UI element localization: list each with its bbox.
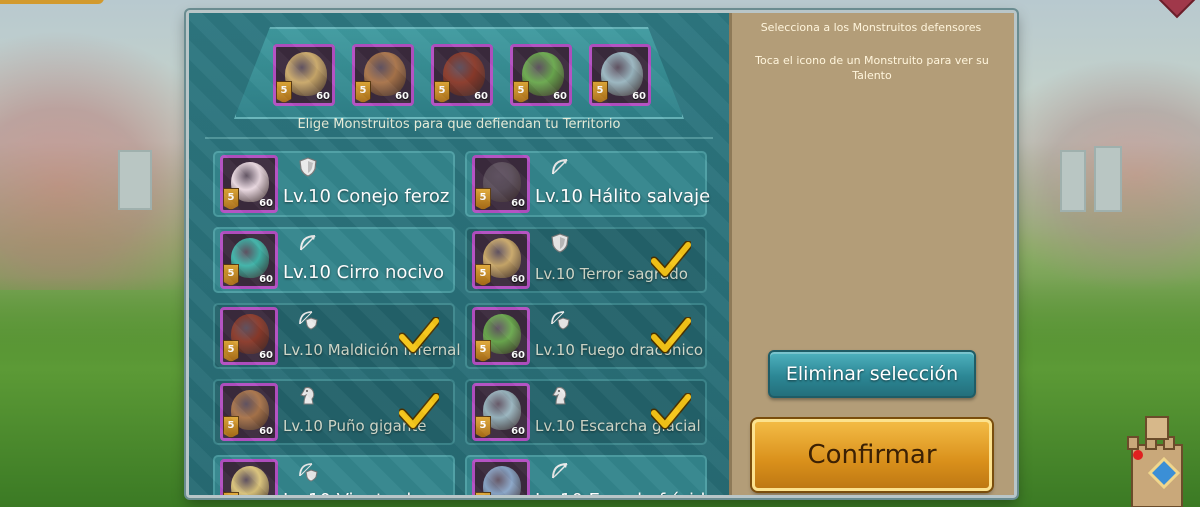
monster-portrait <box>231 466 269 495</box>
bow-shield-icon <box>297 460 319 482</box>
monster-icon[interactable]: 5 60 <box>220 231 278 289</box>
monster-icon[interactable]: 560 <box>472 459 530 495</box>
defender-slot[interactable]: 5 60 <box>589 44 651 106</box>
bow-shield-icon <box>297 308 319 330</box>
boar-warrior-icon[interactable]: 5 60 <box>352 44 414 106</box>
shield-icon <box>549 232 571 254</box>
shield-icon <box>297 156 319 178</box>
info-hint: Toca el icono de un Monstruito para ver … <box>755 54 989 82</box>
defender-slot[interactable]: 5 60 <box>352 44 414 106</box>
star-badge: 5 <box>434 81 450 103</box>
monster-card[interactable]: 5 60 Lv.10 Fuego dracónico <box>465 303 707 369</box>
level-tag: 60 <box>474 91 488 102</box>
star-badge: 5 <box>513 81 529 103</box>
bow-icon <box>549 460 571 482</box>
monster-card[interactable]: 5 60 Lv.10 Maldición infernal <box>213 303 461 369</box>
monster-name: Lv.10 Conejo feroz <box>283 186 450 207</box>
monster-name: Lv.10 Viento de acero <box>283 490 478 495</box>
bow-shield-icon <box>549 308 571 330</box>
star-badge: 5 <box>475 340 491 362</box>
info-title: Selecciona a los Monstruitos defensores <box>760 21 982 34</box>
monster-icon[interactable]: 5 60 <box>472 231 530 289</box>
level-tag: 60 <box>259 426 273 437</box>
level-tag: 60 <box>511 198 525 209</box>
list-subtitle: Elige Monstruitos para que defiendan tu … <box>297 117 621 132</box>
level-tag: 60 <box>259 274 273 285</box>
defender-slot[interactable]: 5 60 <box>273 44 335 106</box>
castle-icon[interactable] <box>1124 415 1190 507</box>
divider <box>205 137 713 139</box>
monster-name: Lv.10 Hálito salvaje <box>535 186 711 207</box>
monster-list-area: 5 60 5 60 5 60 5 60 5 60 Elige Monstruitos para q… <box>189 13 729 495</box>
checkmark-icon <box>397 392 441 431</box>
checkmark-icon <box>649 240 693 279</box>
bow-icon <box>549 156 571 178</box>
monster-grid[interactable]: 5 60 Lv.10 Conejo feroz 5 60 Lv.10 Hálito sal… <box>213 151 713 495</box>
star-badge: 5 <box>223 492 239 495</box>
star-badge: 5 <box>223 264 239 286</box>
level-tag: 60 <box>316 91 330 102</box>
monster-icon[interactable]: 5 60 <box>472 307 530 365</box>
checkmark-icon <box>397 316 441 355</box>
star-badge: 5 <box>276 81 292 103</box>
monster-name: Lv.10 Cirro nocivo <box>283 262 445 283</box>
bow-icon <box>297 232 319 254</box>
star-badge: 5 <box>475 416 491 438</box>
level-tag: 60 <box>511 426 525 437</box>
top-right-corner-badge[interactable] <box>1155 0 1199 19</box>
monster-icon[interactable]: 5 60 <box>220 383 278 441</box>
monster-icon[interactable]: 5 60 <box>220 155 278 213</box>
level-tag: 60 <box>511 350 525 361</box>
level-tag: 60 <box>395 91 409 102</box>
green-dragon-icon[interactable]: 5 60 <box>510 44 572 106</box>
level-tag: 60 <box>259 198 273 209</box>
star-badge: 5 <box>475 188 491 210</box>
monster-icon[interactable]: 5 60 <box>472 155 530 213</box>
monster-icon[interactable]: 5 60 <box>220 307 278 365</box>
level-tag: 60 <box>511 274 525 285</box>
background-pillar <box>1094 146 1122 212</box>
monster-card[interactable]: 5 60 Lv.10 Terror sagrado <box>465 227 707 293</box>
level-tag: 60 <box>632 91 646 102</box>
defender-selection-panel: 5 60 5 60 5 60 5 60 5 60 Elige Monstruitos para q… <box>186 10 1017 498</box>
frost-beast-icon[interactable]: 5 60 <box>589 44 651 106</box>
knight-icon <box>297 384 319 406</box>
knight-icon <box>549 384 571 406</box>
star-badge: 5 <box>223 188 239 210</box>
monster-card[interactable]: 5 60 Lv.10 Cirro nocivo <box>213 227 455 293</box>
level-tag: 60 <box>553 91 567 102</box>
defender-slot[interactable]: 5 60 <box>510 44 572 106</box>
level-tag: 60 <box>259 350 273 361</box>
checkmark-icon <box>649 392 693 431</box>
defender-slot[interactable]: 5 60 <box>431 44 493 106</box>
star-badge: 5 <box>475 492 491 495</box>
star-badge: 5 <box>223 416 239 438</box>
background-pillar <box>1060 150 1086 212</box>
top-left-tab[interactable] <box>0 0 104 4</box>
star-badge: 5 <box>592 81 608 103</box>
dark-knight-icon[interactable]: 5 60 <box>431 44 493 106</box>
checkmark-icon <box>649 316 693 355</box>
monster-icon[interactable]: 5 60 <box>472 383 530 441</box>
monster-card[interactable]: 560 Lv.10 Viento de acero <box>213 455 478 495</box>
star-badge: 5 <box>223 340 239 362</box>
monster-card[interactable]: 5 60 Lv.10 Conejo feroz <box>213 151 455 217</box>
confirm-button[interactable]: Confirmar <box>752 419 992 491</box>
monster-name: Lv.10 Escudo frígido <box>535 490 713 495</box>
star-badge: 5 <box>475 264 491 286</box>
monster-card[interactable]: 5 60 Lv.10 Puño gigante <box>213 379 455 445</box>
hooded-guardian-icon[interactable]: 5 60 <box>273 44 335 106</box>
clear-selection-button[interactable]: Eliminar selección <box>768 350 976 398</box>
monster-portrait <box>483 466 521 495</box>
monster-card[interactable]: 560 Lv.10 Escudo frígido <box>465 455 713 495</box>
star-badge: 5 <box>355 81 371 103</box>
monster-icon[interactable]: 560 <box>220 459 278 495</box>
selected-defenders: 5 60 5 60 5 60 5 60 5 60 <box>273 44 651 106</box>
monster-card[interactable]: 5 60 Lv.10 Hálito salvaje <box>465 151 711 217</box>
background-pillar <box>118 150 152 210</box>
monster-card[interactable]: 5 60 Lv.10 Escarcha glacial <box>465 379 707 445</box>
